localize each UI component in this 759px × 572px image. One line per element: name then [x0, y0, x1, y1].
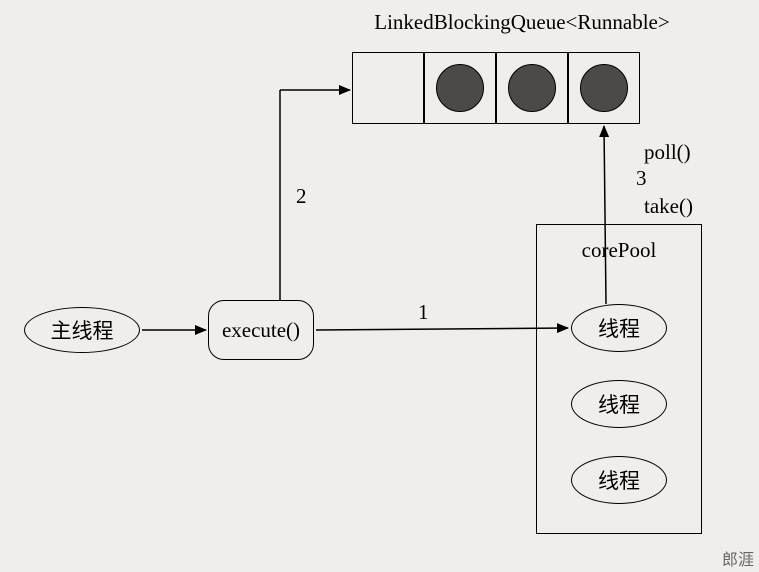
diagram-connectors — [0, 0, 759, 572]
arrow-execute-to-worker — [316, 328, 568, 330]
arrow-worker-to-queue — [604, 126, 606, 304]
